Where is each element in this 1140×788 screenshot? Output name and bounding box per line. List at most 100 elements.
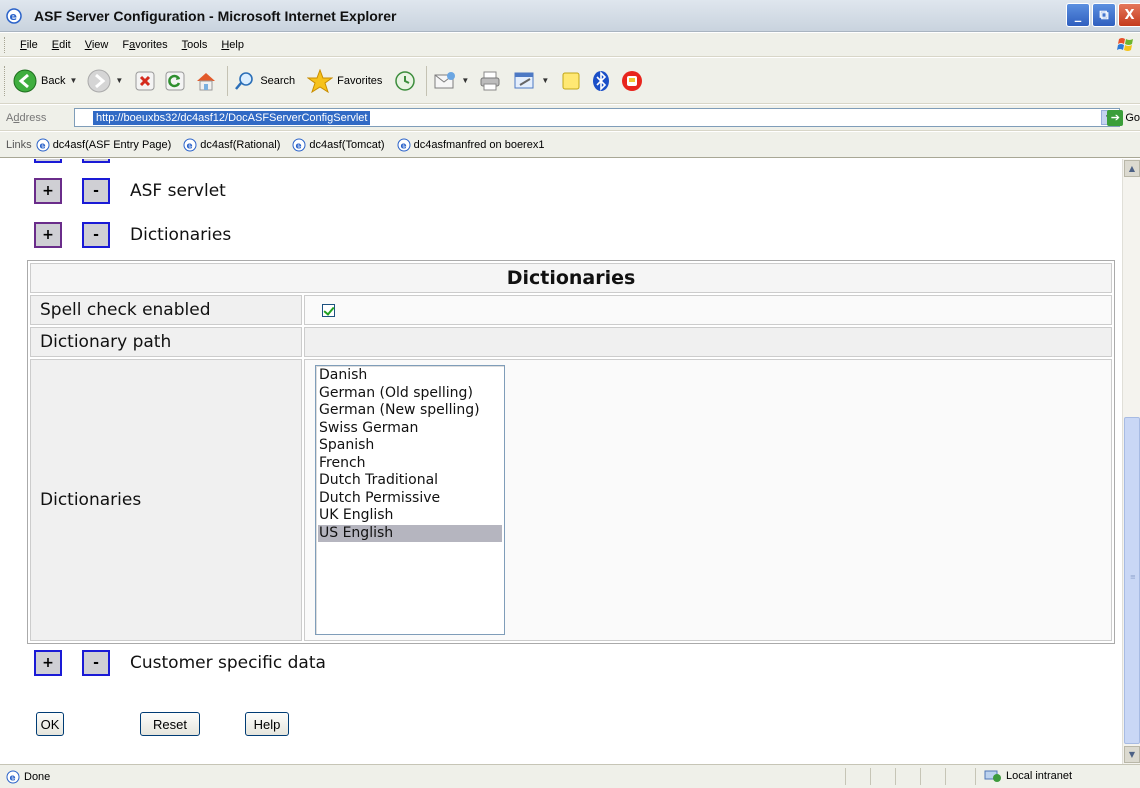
stop-icon [135,71,155,90]
refresh-icon [165,71,185,90]
bluetooth-button[interactable] [591,70,611,92]
menu-favorites[interactable]: Favorites [115,39,174,51]
ie-page-icon: e [6,770,20,783]
spell-check-cell [304,295,1112,325]
section-dictionaries: + - Dictionaries [34,222,231,248]
go-button[interactable]: ➔ Go [1107,110,1140,126]
maximize-button[interactable]: ⧉ [1092,3,1116,27]
ie-app-icon[interactable]: e [4,6,24,26]
dictionaries-label: Dictionaries [30,359,302,641]
link-rational[interactable]: e dc4asf(Rational) [183,138,280,152]
collapse-asf-servlet-button[interactable]: - [82,178,110,204]
forward-dropdown-icon[interactable]: ▼ [115,76,123,85]
search-icon [235,71,254,90]
svg-text:e: e [10,773,16,783]
back-arrow-icon [13,69,37,92]
expand-dictionaries-button[interactable]: + [34,222,62,248]
list-item[interactable]: Dutch Traditional [318,472,502,490]
list-item[interactable]: German (New spelling) [318,402,502,420]
home-button[interactable] [195,70,217,92]
edit-dropdown-icon[interactable]: ▼ [541,76,549,85]
search-button[interactable]: Search [234,70,295,92]
scrollbar-thumb[interactable]: ≡ [1124,417,1140,744]
print-icon [480,71,500,90]
menu-view[interactable]: View [78,39,116,51]
status-separator [845,768,846,785]
security-zone[interactable]: Local intranet [984,769,1072,783]
address-url[interactable]: http://boeuxbs32/dc4asf12/DocASFServerCo… [93,110,371,125]
address-label: Address [6,111,47,124]
section-asf-servlet: + - ASF servlet [34,178,226,204]
partial-plus-button[interactable] [34,159,62,163]
link-manfred[interactable]: e dc4asfmanfred on boerex1 [397,138,544,152]
local-intranet-icon [984,770,1001,782]
edit-button[interactable]: ▼ [513,70,549,92]
menu-tools[interactable]: Tools [175,39,215,51]
mail-button[interactable]: ▼ [433,70,469,92]
toolbar-grip[interactable] [4,65,7,96]
home-icon [197,72,216,90]
mail-dropdown-icon[interactable]: ▼ [461,76,469,85]
forward-button[interactable]: ▼ [87,69,123,93]
table-row: Dictionaries Danish German (Old spelling… [30,359,1112,641]
back-dropdown-icon[interactable]: ▼ [69,76,77,85]
spell-check-label: Spell check enabled [30,295,302,325]
standard-toolbar: Back ▼ ▼ Search Favorites ▼ ▼ [0,58,1140,104]
svg-text:e: e [187,141,193,151]
svg-text:e: e [400,141,406,151]
spell-check-checkbox[interactable] [322,304,335,317]
list-item[interactable]: Danish [318,367,502,385]
collapsed-section-buttons [34,159,130,163]
dictionaries-config-table: Dictionaries Spell check enabled Diction… [27,260,1115,644]
print-button[interactable] [479,70,501,92]
collapse-dictionaries-button[interactable]: - [82,222,110,248]
minimize-button[interactable]: _ [1066,3,1090,27]
link-tomcat[interactable]: e dc4asf(Tomcat) [292,138,385,152]
edit-page-icon [514,72,534,88]
discuss-button[interactable] [561,71,581,91]
list-item[interactable]: UK English [318,507,502,525]
status-separator [945,768,946,785]
list-item[interactable]: French [318,455,502,473]
windows-logo-icon [1117,38,1133,51]
menu-file[interactable]: File [13,39,45,51]
scroll-down-arrow-icon[interactable]: ▼ [1124,746,1140,763]
list-item[interactable]: German (Old spelling) [318,385,502,403]
list-item-selected[interactable]: US English [318,524,502,542]
menu-edit[interactable]: Edit [45,39,78,51]
partial-minus-button[interactable] [82,159,110,163]
favorites-button[interactable]: Favorites [307,68,382,93]
bluetooth-icon [593,70,610,91]
menu-bar: File Edit View Favorites Tools Help [0,33,1140,57]
scroll-up-arrow-icon[interactable]: ▲ [1124,160,1140,177]
back-button[interactable]: Back ▼ [13,69,77,93]
stop-button[interactable] [135,71,155,91]
collapse-customer-specific-button[interactable]: - [82,650,110,676]
ie-page-icon: e [397,138,411,151]
address-input[interactable]: http://boeuxbs32/dc4asf12/DocASFServerCo… [74,108,1120,127]
dictionaries-listbox[interactable]: Danish German (Old spelling) German (New… [315,365,505,635]
messenger-button[interactable] [621,70,643,92]
go-arrow-icon: ➔ [1107,110,1124,126]
address-bar: Address http://boeuxbs32/dc4asf12/DocASF… [0,105,1140,131]
expand-asf-servlet-button[interactable]: + [34,178,62,204]
scrollbar-grip-icon: ≡ [1130,573,1136,581]
list-item[interactable]: Dutch Permissive [318,490,502,508]
expand-customer-specific-button[interactable]: + [34,650,62,676]
help-button[interactable]: Help [245,712,289,736]
reset-button[interactable]: Reset [140,712,200,736]
toolbar-grip[interactable] [4,36,7,53]
list-item[interactable]: Spanish [318,437,502,455]
close-button[interactable]: X [1118,3,1140,27]
status-separator [975,768,976,785]
window-title: ASF Server Configuration - Microsoft Int… [34,7,397,24]
menu-help[interactable]: Help [214,39,251,51]
vertical-scrollbar[interactable]: ▲ ≡ ▼ [1122,159,1140,764]
history-button[interactable] [394,70,416,92]
refresh-button[interactable] [165,71,185,91]
list-item[interactable]: Swiss German [318,420,502,438]
link-asf-entry-page[interactable]: e dc4asf(ASF Entry Page) [36,138,171,152]
section-label: ASF servlet [130,181,226,201]
ok-button[interactable]: OK [36,712,64,736]
forward-arrow-icon [87,69,111,92]
